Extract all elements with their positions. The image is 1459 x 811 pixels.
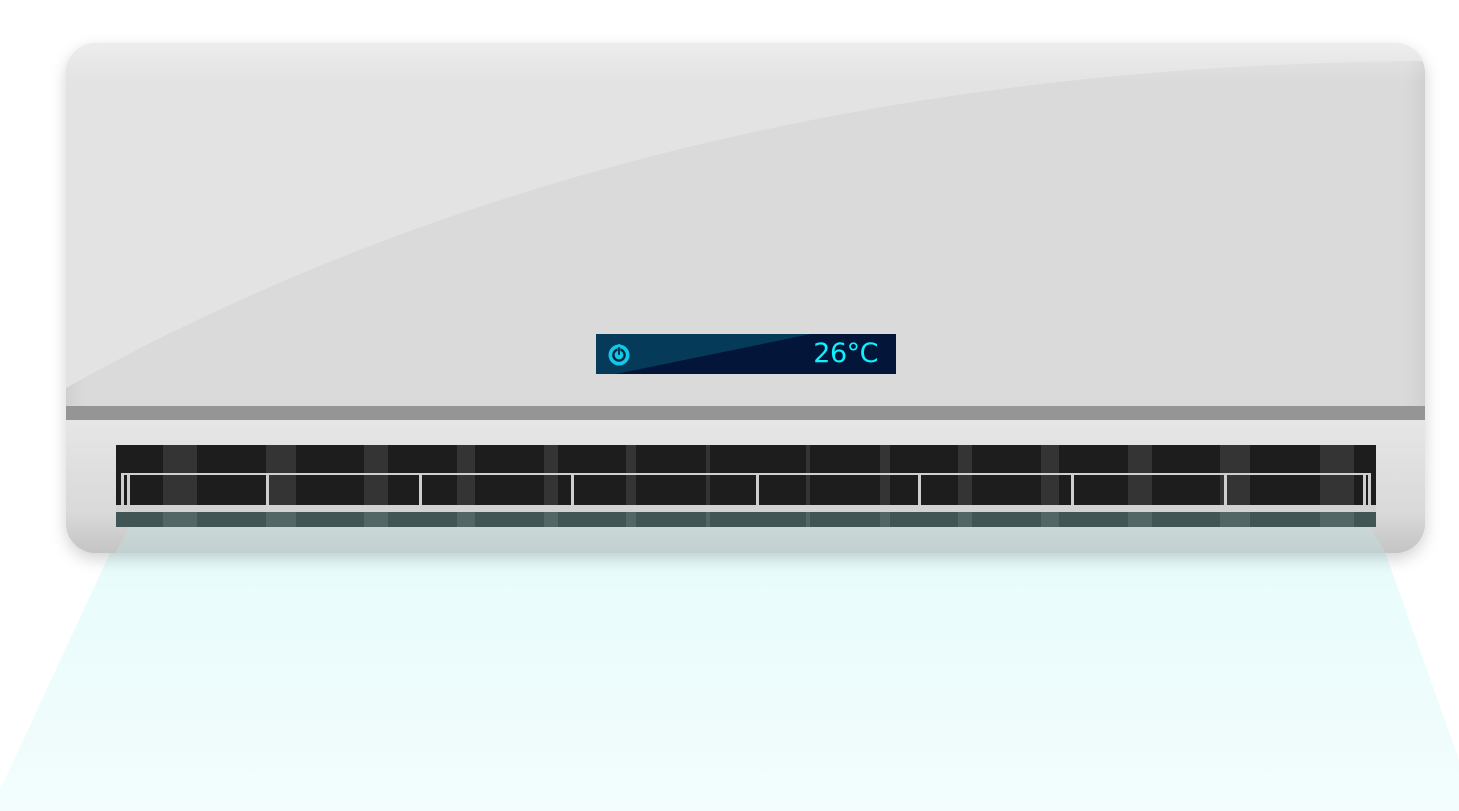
vent-airflow-glow <box>116 512 1376 527</box>
air-outlet-vent <box>116 445 1376 527</box>
louver-divider <box>571 473 574 505</box>
temperature-readout: 26°C <box>813 338 878 369</box>
louver-divider <box>1071 473 1074 505</box>
front-panel-seam <box>66 406 1425 420</box>
ac-indoor-unit: 26°C <box>66 43 1425 553</box>
power-icon[interactable] <box>606 341 632 367</box>
louver-rail <box>121 473 1370 475</box>
louver-divider <box>266 473 269 505</box>
louver-divider <box>127 473 130 505</box>
louver-blade <box>116 505 1376 512</box>
louver-divider <box>756 473 759 505</box>
louver-divider <box>121 473 124 505</box>
louver-divider <box>1368 473 1371 505</box>
louver-divider <box>918 473 921 505</box>
air-conditioner-scene: 26°C <box>0 0 1459 811</box>
louver-divider <box>1224 473 1227 505</box>
louver-divider <box>1363 473 1366 505</box>
temperature-display: 26°C <box>596 334 896 374</box>
ac-top-sheen <box>66 43 1425 83</box>
louver-divider <box>419 473 422 505</box>
